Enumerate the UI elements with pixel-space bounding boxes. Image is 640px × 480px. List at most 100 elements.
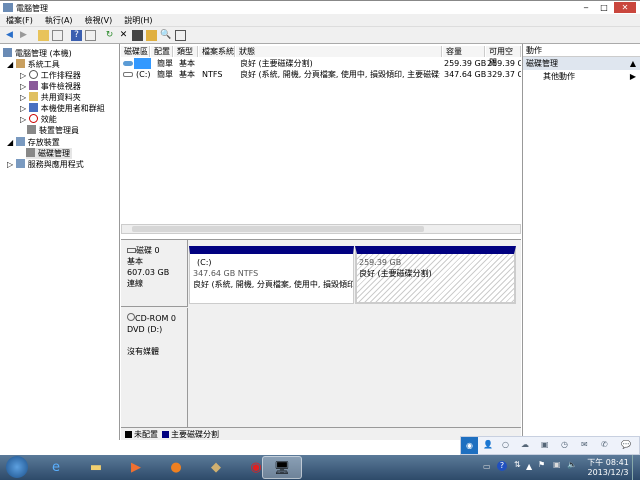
help-topic-icon[interactable] [175, 30, 186, 41]
explorer-taskbar-button[interactable]: ▬ [76, 456, 116, 479]
tree-root[interactable]: 電腦管理 (本機) [3, 48, 72, 59]
volume-icon[interactable]: 🔈 [567, 460, 577, 469]
actions-header: 動作 [523, 44, 640, 57]
open-icon[interactable] [146, 30, 157, 41]
event-viewer-icon [28, 81, 38, 90]
taskbar: e ▬ ▶ ● ◆ ◉ 🖥 ▭ ? ⇅ ▲ ⚑ ▣ 🔈 下午 08:41 201… [0, 455, 640, 480]
menu-file[interactable]: 檔案(F) [6, 16, 33, 25]
cell: 良好 (系統, 開機, 分頁檔案, 使用中, 損毀傾印, 主要磁碟分割) [240, 70, 440, 79]
partition-c[interactable]: (C:) 347.64 GB NTFS 良好 (系統, 開機, 分頁檔案, 使用… [189, 246, 354, 304]
refresh-icon[interactable]: ↻ [104, 30, 115, 41]
column-header[interactable]: 配置 [151, 46, 173, 57]
navigation-tree: 電腦管理 (本機) ◢ 系統工具 ▷ 工作排程器 ▷ 事件檢視器 ▷ 共用資料夾… [0, 44, 120, 440]
tree-disk-management[interactable]: 磁碟管理 [26, 148, 72, 159]
computer-icon [3, 48, 12, 57]
show-hide-tree-icon[interactable] [52, 30, 63, 41]
cell: 良好 (主要磁碟分割) [240, 59, 313, 68]
chat-icon[interactable]: ◉ [461, 437, 478, 454]
mail-icon[interactable]: ✉ [581, 440, 588, 449]
help-icon[interactable]: ? [71, 30, 82, 41]
minimize-button[interactable]: ‒ [578, 2, 594, 13]
action-center-icon[interactable]: ⚑ [538, 460, 545, 469]
tree-device-manager[interactable]: 裝置管理員 [27, 125, 79, 136]
search-icon[interactable]: ○ [502, 440, 509, 449]
partition-size: 259.39 GB [359, 258, 402, 267]
network-icon[interactable]: ▣ [553, 460, 561, 469]
forward-icon[interactable]: ▶ [18, 30, 29, 41]
collapse-icon: ▲ [629, 59, 636, 68]
cell: 329.37 GB [487, 70, 521, 79]
actions-section[interactable]: 磁碟管理 ▲ [523, 57, 640, 70]
show-hide-action-icon[interactable] [85, 30, 96, 41]
menu-view[interactable]: 檢視(V) [85, 16, 113, 25]
contact-icon[interactable]: 👤 [483, 440, 493, 449]
media-player-taskbar-button[interactable]: ▶ [116, 456, 156, 479]
network-tray-icon[interactable]: ⇅ [514, 460, 521, 469]
title-bar: 電腦管理 ‒ □ ✕ [0, 0, 640, 14]
tree-services[interactable]: ▷ 服務與應用程式 [7, 159, 84, 170]
tree-event-viewer[interactable]: ▷ 事件檢視器 [20, 81, 81, 92]
tree-storage[interactable]: ◢ 存放裝置 [7, 137, 60, 148]
more-actions[interactable]: 其他動作 ▶ [523, 70, 640, 83]
tree-local-users[interactable]: ▷ 本機使用者和群組 [20, 103, 105, 114]
tree-system-tools[interactable]: ◢ 系統工具 [7, 59, 60, 70]
ie-taskbar-button[interactable]: e [36, 456, 76, 479]
close-button[interactable]: ✕ [614, 2, 636, 13]
message-icon[interactable]: 💬 [621, 440, 631, 449]
column-header[interactable]: 類型 [174, 46, 198, 57]
tree-task-scheduler[interactable]: ▷ 工作排程器 [20, 70, 81, 81]
services-icon [15, 159, 25, 168]
delete-icon[interactable]: ✕ [118, 30, 129, 41]
show-hidden-icons[interactable]: ▲ [526, 462, 532, 471]
tools-icon [15, 59, 25, 68]
horizontal-scrollbar[interactable] [121, 224, 521, 234]
computer-management-taskbar-button[interactable]: 🖥 [262, 456, 302, 479]
column-header[interactable]: 狀態 [236, 46, 442, 57]
table-row[interactable]: 簡單 基本 良好 (主要磁碟分割) 259.39 GB 259.39 GB [121, 58, 521, 69]
firefox-taskbar-button[interactable]: ● [156, 456, 196, 479]
properties-icon[interactable] [132, 30, 143, 41]
phone-icon[interactable]: ✆ [601, 440, 608, 449]
search-icon[interactable]: 🔍 [160, 30, 171, 41]
window-title: 電腦管理 [16, 4, 48, 13]
tree-performance[interactable]: ▷ 效能 [20, 114, 57, 125]
keyboard-icon[interactable]: ▭ [483, 462, 491, 471]
menu-help[interactable]: 說明(H) [124, 16, 152, 25]
maximize-button[interactable]: □ [596, 2, 612, 13]
clock-date[interactable]: 2013/12/3 [586, 468, 630, 477]
column-header[interactable]: 可用空間 [486, 46, 521, 67]
clock-icon[interactable]: ◷ [561, 440, 568, 449]
shared-folder-icon [28, 92, 38, 101]
menu-action[interactable]: 執行(A) [45, 16, 73, 25]
column-header[interactable]: 檔案系統 [199, 46, 235, 57]
column-header[interactable]: 磁碟區 [121, 46, 150, 57]
tree-shared-folders[interactable]: ▷ 共用資料夾 [20, 92, 81, 103]
more-actions-label: 其他動作 [543, 72, 575, 81]
clock-time[interactable]: 下午 08:41 [586, 457, 630, 468]
start-button[interactable] [6, 456, 28, 478]
disk-status: 連線 [127, 279, 143, 288]
legend-label: 主要磁碟分割 [171, 430, 219, 439]
partition-unlabeled[interactable]: 259.39 GB 良好 (主要磁碟分割) [355, 246, 516, 304]
back-icon[interactable]: ◀ [4, 30, 15, 41]
cdrom-0-info[interactable]: CD-ROM 0 DVD (D:) 沒有媒體 [121, 308, 188, 430]
scrollbar-thumb[interactable] [132, 226, 424, 232]
show-desktop-button[interactable] [632, 455, 640, 480]
legend-label: 未配置 [134, 430, 158, 439]
disk-size: 607.03 GB [127, 268, 170, 277]
cell [134, 58, 151, 69]
app-taskbar-button[interactable]: ◆ [196, 456, 236, 479]
table-row[interactable]: (C:) 簡單 基本 NTFS 良好 (系統, 開機, 分頁檔案, 使用中, 損… [121, 69, 521, 80]
photo-icon[interactable]: ▣ [541, 440, 549, 449]
clock-icon [28, 70, 38, 79]
help-tray-icon[interactable]: ? [497, 461, 507, 471]
cell: 簡單 [157, 59, 173, 68]
disk-0-info[interactable]: 磁碟 0 基本 607.03 GB 連線 [121, 240, 188, 307]
cloud-icon[interactable]: ☁ [521, 440, 529, 449]
up-icon[interactable] [38, 30, 49, 41]
disk-status: 沒有媒體 [127, 347, 159, 356]
column-header[interactable]: 容量 [443, 46, 485, 57]
cell: 基本 [179, 70, 195, 79]
volume-icon [123, 72, 133, 77]
submenu-arrow-icon: ▶ [629, 72, 636, 81]
